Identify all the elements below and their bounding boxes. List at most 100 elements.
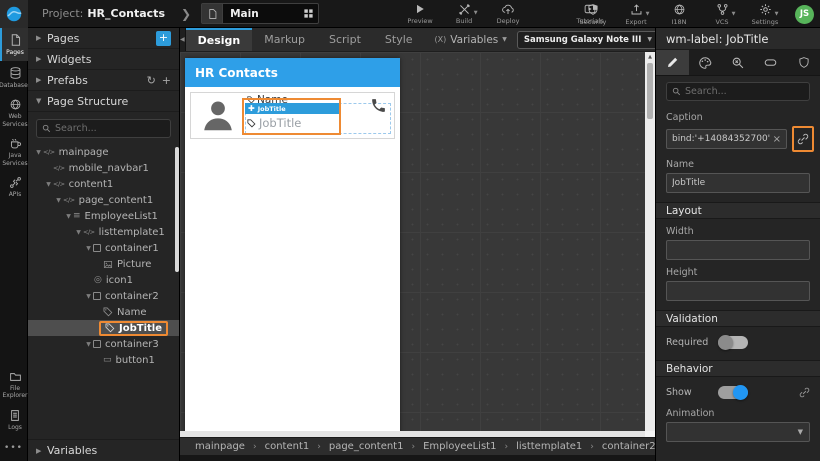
tab-markup[interactable]: Markup — [252, 28, 317, 51]
tree-item-listtemplate1[interactable]: ▼ </> listtemplate1 — [28, 224, 179, 240]
properties-search-input[interactable] — [685, 86, 804, 97]
tree-item-mainpage[interactable]: ▼ </> mainpage — [28, 144, 179, 160]
wavemaker-logo[interactable] — [0, 0, 28, 28]
icon-icon: ◎ — [94, 275, 102, 285]
chevron-down-icon: ▼ — [502, 36, 507, 43]
settings-button[interactable]: ▼ Settings — [748, 3, 782, 26]
refresh-icon[interactable]: ↻ — [147, 74, 156, 87]
branch-icon: ▼ — [716, 3, 736, 17]
variables-dropdown[interactable]: (X) Variables ▼ — [435, 28, 507, 51]
call-button-widget[interactable] — [362, 93, 394, 138]
tree-item-content1[interactable]: ▼ </> content1 — [28, 176, 179, 192]
tree-scrollbar[interactable] — [175, 147, 179, 272]
container2-widget: Name ✚ JobTitle JobTitle — [242, 93, 391, 138]
preview-button[interactable]: Preview — [403, 2, 437, 25]
width-input[interactable] — [666, 240, 810, 260]
tree-item-container3[interactable]: ▼ container3 — [28, 336, 179, 352]
caret-down-icon: ▼ — [645, 10, 650, 17]
picture-widget[interactable] — [191, 93, 245, 138]
add-prefab-button[interactable]: + — [162, 74, 171, 87]
show-row: Show — [656, 377, 820, 401]
picture-icon — [103, 260, 113, 269]
structure-search-input[interactable] — [55, 123, 165, 134]
mobile-page-title: HR Contacts — [195, 65, 278, 80]
required-toggle[interactable] — [718, 335, 748, 350]
tab-properties[interactable] — [656, 50, 689, 75]
required-label: Required — [666, 337, 709, 348]
tab-styles[interactable] — [689, 50, 722, 75]
chevron-down-icon: ▼ — [647, 36, 653, 43]
tree-item-employeelist1[interactable]: ▼ ≡ EmployeeList1 — [28, 208, 179, 224]
sidebar-item-java-services[interactable]: Java Services — [0, 132, 28, 171]
device-selector[interactable]: Samsung Galaxy Note III ▼ — [516, 30, 660, 49]
more-options-icon[interactable]: ••• — [0, 435, 27, 461]
tree-item-mobile-navbar1[interactable]: </> mobile_navbar1 — [28, 160, 179, 176]
i18n-button[interactable]: I18N — [662, 3, 696, 26]
folder-icon — [9, 372, 21, 381]
tree-item-container2[interactable]: ▼ container2 — [28, 288, 179, 304]
tab-design[interactable]: Design — [185, 28, 253, 51]
sidebar-item-apis[interactable]: APIs — [0, 171, 28, 203]
sidebar-item-file-explorer[interactable]: File Explorer — [0, 366, 28, 404]
breadcrumb-mainpage[interactable]: mainpage — [195, 441, 245, 452]
add-page-button[interactable]: + — [156, 30, 171, 46]
section-widgets[interactable]: ▶ Widgets — [28, 49, 179, 70]
section-page-structure[interactable]: ▼ Page Structure — [28, 91, 179, 112]
section-pages[interactable]: ▶ Pages + — [28, 28, 179, 49]
code-icon: </> — [63, 196, 75, 204]
breadcrumb-listtemplate1[interactable]: listtemplate1 — [516, 441, 582, 452]
canvas-vertical-scrollbar[interactable]: ▲ — [645, 52, 655, 431]
section-prefabs[interactable]: ▶ Prefabs ↻ + — [28, 70, 179, 91]
section-behavior: Behavior — [656, 360, 820, 377]
breadcrumb-employeelist1[interactable]: EmployeeList1 — [423, 441, 496, 452]
show-toggle[interactable] — [718, 385, 748, 400]
container-icon — [93, 244, 101, 252]
security-button[interactable]: Security — [576, 3, 610, 26]
export-button[interactable]: ▼ Export — [619, 3, 653, 26]
height-input[interactable] — [666, 281, 810, 301]
phone-icon — [372, 99, 385, 112]
tab-script[interactable]: Script — [317, 28, 373, 51]
user-avatar[interactable]: JS — [795, 4, 814, 24]
canvas-horizontal-scrollbar[interactable] — [180, 431, 645, 437]
name-input[interactable]: JobTitle — [666, 173, 810, 193]
tree-item-button1[interactable]: ▭ button1 — [28, 352, 179, 368]
breadcrumb-container2[interactable]: container2 — [602, 441, 656, 452]
activity-bar: Pages Databases Web Services Java Servic… — [0, 28, 31, 461]
section-variables[interactable]: ▶ Variables — [28, 439, 179, 461]
tree-item-jobtitle[interactable]: JobTitle — [28, 320, 179, 336]
sidebar-item-web-services[interactable]: Web Services — [0, 93, 28, 132]
clear-icon[interactable]: × — [773, 134, 781, 145]
tab-style[interactable]: Style — [373, 28, 425, 51]
deploy-button[interactable]: Deploy — [491, 2, 525, 25]
employee-list-item[interactable]: Name ✚ JobTitle JobTitle — [190, 92, 395, 139]
link-icon[interactable] — [799, 387, 810, 398]
tab-device-props[interactable] — [754, 50, 787, 75]
tree-item-picture[interactable]: Picture — [28, 256, 179, 272]
tab-search-properties[interactable] — [722, 50, 755, 75]
sidebar-item-pages[interactable]: Pages — [0, 28, 28, 61]
animation-select[interactable]: ▼ — [666, 422, 810, 442]
design-canvas[interactable]: HR Contacts Name ✚ JobTitle JobTitle ▲ — [180, 52, 655, 437]
tab-security-props[interactable] — [787, 50, 820, 75]
breadcrumb-separator-icon: › — [590, 441, 594, 452]
page-selector[interactable]: Main — [201, 3, 320, 24]
link-icon[interactable] — [797, 133, 809, 145]
chevron-right-icon: ▶ — [36, 446, 42, 455]
breadcrumb-content1[interactable]: content1 — [265, 441, 310, 452]
scrollbar-thumb[interactable] — [647, 63, 653, 119]
tree-item-name[interactable]: Name — [28, 304, 179, 320]
sidebar-item-logs[interactable]: Logs — [0, 404, 28, 436]
build-button[interactable]: ▼ Build — [447, 2, 481, 25]
caption-input[interactable]: bind:'+14084352700' +Variables.HrdbE × — [666, 129, 787, 149]
tree-item-page-content1[interactable]: ▼ </> page_content1 — [28, 192, 179, 208]
tree-item-container1[interactable]: ▼ container1 — [28, 240, 179, 256]
grid-icon[interactable] — [298, 8, 318, 19]
shield-icon — [587, 3, 599, 17]
breadcrumb-page-content1[interactable]: page_content1 — [329, 441, 404, 452]
tree-item-icon1[interactable]: ◎ icon1 — [28, 272, 179, 288]
sidebar-item-databases[interactable]: Databases — [0, 61, 31, 94]
properties-tabs — [656, 50, 820, 76]
vcs-button[interactable]: ▼ VCS — [705, 3, 739, 26]
